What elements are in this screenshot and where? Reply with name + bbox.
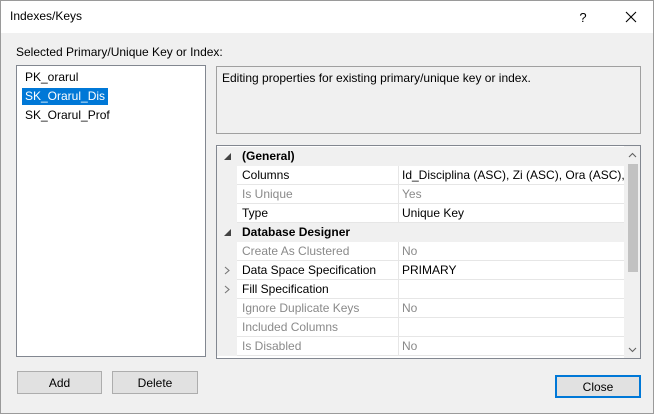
row-gutter (217, 185, 237, 204)
description-box: Editing properties for existing primary/… (216, 66, 641, 134)
keys-section-label: Selected Primary/Unique Key or Index: (16, 45, 223, 59)
property-row-create-as-clustered[interactable]: Create As Clustered No (217, 242, 624, 261)
property-name: Fill Specification (237, 280, 399, 299)
row-gutter (217, 318, 237, 337)
property-name: Create As Clustered (237, 242, 399, 261)
expand-toggle[interactable] (217, 280, 237, 299)
property-name: Ignore Duplicate Keys (237, 299, 399, 318)
chevron-up-icon (628, 152, 637, 157)
category-label: (General) (237, 147, 624, 166)
property-value[interactable]: No (399, 299, 624, 318)
category-row-general[interactable]: (General) (217, 147, 624, 166)
chevron-down-icon (223, 153, 231, 160)
property-row-is-disabled[interactable]: Is Disabled No (217, 337, 624, 356)
property-value[interactable] (399, 280, 624, 299)
window-title: Indexes/Keys (10, 9, 83, 23)
property-name: Type (237, 204, 399, 223)
property-name: Is Unique (237, 185, 399, 204)
expand-toggle[interactable] (217, 261, 237, 280)
add-button[interactable]: Add (17, 371, 102, 394)
chevron-down-icon (223, 229, 231, 236)
property-row-type[interactable]: Type Unique Key (217, 204, 624, 223)
close-button[interactable]: Close (555, 375, 641, 398)
scroll-down-button[interactable] (624, 341, 640, 358)
scrollbar-thumb[interactable] (628, 164, 638, 272)
property-value[interactable]: Yes (399, 185, 624, 204)
property-name: Included Columns (237, 318, 399, 337)
property-name: Data Space Specification (237, 261, 399, 280)
property-value[interactable]: Unique Key (399, 204, 624, 223)
property-value[interactable] (399, 318, 624, 337)
category-row-database-designer[interactable]: Database Designer (217, 223, 624, 242)
chevron-right-icon (224, 285, 230, 294)
close-icon (625, 11, 637, 23)
collapse-toggle[interactable] (217, 223, 237, 242)
property-value[interactable]: No (399, 337, 624, 356)
list-item-sk-orarul-prof[interactable]: SK_Orarul_Prof (22, 107, 113, 124)
help-button[interactable]: ? (563, 1, 603, 33)
list-item-pk-orarul[interactable]: PK_orarul (22, 69, 81, 86)
property-name: Is Disabled (237, 337, 399, 356)
property-row-data-space-specification[interactable]: Data Space Specification PRIMARY (217, 261, 624, 280)
list-item-sk-orarul-dis[interactable]: SK_Orarul_Dis (22, 88, 109, 105)
row-gutter (217, 337, 237, 356)
property-value[interactable]: PRIMARY (399, 261, 624, 280)
chevron-down-icon (628, 347, 637, 352)
keys-list[interactable]: PK_orarul SK_Orarul_Dis SK_Orarul_Prof (16, 65, 206, 357)
property-row-ignore-duplicate-keys[interactable]: Ignore Duplicate Keys No (217, 299, 624, 318)
help-icon: ? (579, 9, 587, 25)
property-value[interactable]: No (399, 242, 624, 261)
description-text: Editing properties for existing primary/… (222, 71, 531, 85)
property-row-columns[interactable]: Columns Id_Disciplina (ASC), Zi (ASC), O… (217, 166, 624, 185)
property-row-included-columns[interactable]: Included Columns (217, 318, 624, 337)
category-label: Database Designer (237, 223, 624, 242)
property-row-is-unique[interactable]: Is Unique Yes (217, 185, 624, 204)
row-gutter (217, 242, 237, 261)
vertical-scrollbar[interactable] (624, 146, 640, 358)
row-gutter (217, 299, 237, 318)
close-window-button[interactable] (609, 1, 653, 33)
indexes-keys-dialog: Indexes/Keys ? Selected Primary/Unique K… (0, 0, 654, 414)
row-gutter (217, 166, 237, 185)
chevron-right-icon (224, 266, 230, 275)
delete-button[interactable]: Delete (112, 371, 198, 394)
property-row-fill-specification[interactable]: Fill Specification (217, 280, 624, 299)
row-gutter (217, 204, 237, 223)
scroll-up-button[interactable] (624, 146, 640, 163)
collapse-toggle[interactable] (217, 147, 237, 166)
property-grid[interactable]: (General) Columns Id_Disciplina (ASC), Z… (216, 145, 641, 359)
title-bar: Indexes/Keys ? (1, 1, 653, 33)
property-name: Columns (237, 166, 399, 185)
property-value[interactable]: Id_Disciplina (ASC), Zi (ASC), Ora (ASC)… (399, 166, 624, 185)
